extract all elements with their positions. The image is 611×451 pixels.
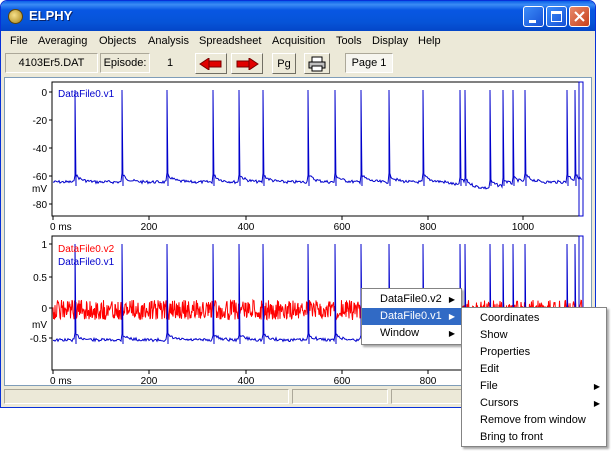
menu-acquisition[interactable]: Acquisition [272, 35, 325, 47]
page-button[interactable]: Pg [272, 53, 296, 74]
submenu-arrow-icon: ▶ [593, 399, 600, 408]
next-episode-button[interactable] [231, 53, 263, 74]
bottom-x-tick: 400 [238, 376, 255, 385]
close-icon [574, 11, 585, 22]
menu-file[interactable]: File [10, 35, 28, 47]
submenu-arrow-icon: ▶ [448, 312, 455, 321]
bottom-y-tick: -0.5 [30, 334, 48, 345]
previous-episode-button[interactable] [195, 53, 227, 74]
filename-display: 4103Er5.DAT [5, 53, 98, 73]
context-menu-item-label: DataFile0.v1 [380, 310, 442, 322]
minimize-button[interactable] [523, 6, 544, 27]
submenu-item-coordinates[interactable]: Coordinates [462, 310, 606, 327]
bottom-x-tick: 0 ms [50, 376, 72, 385]
printer-icon [308, 56, 326, 71]
arrow-right-icon [236, 57, 259, 70]
top-y-tick: -40 [33, 144, 48, 155]
submenu-item-properties[interactable]: Properties [462, 344, 606, 361]
bottom-y-tick: 1 [41, 240, 47, 251]
app-icon [8, 9, 23, 24]
submenu-item-label: Coordinates [480, 312, 540, 324]
title-bar: ELPHY [1, 1, 595, 31]
toolbar: 4103Er5.DAT Episode: 1 Pg Page 1 [1, 51, 595, 77]
menu-help[interactable]: Help [418, 35, 441, 47]
menu-analysis[interactable]: Analysis [148, 35, 189, 47]
bottom-trace-label-v2: DataFile0.v2 [58, 244, 115, 255]
menu-averaging[interactable]: Averaging [38, 35, 87, 47]
context-menu-item-label: DataFile0.v2 [380, 293, 442, 305]
arrow-left-icon [199, 57, 222, 70]
submenu-item-label: Bring to front [480, 431, 543, 443]
top-x-tick: 0 ms [50, 222, 72, 233]
submenu-item-label: Show [480, 329, 508, 341]
submenu-item-show[interactable]: Show [462, 327, 606, 344]
top-y-tick: -80 [33, 200, 48, 211]
submenu-arrow-icon: ▶ [593, 382, 600, 391]
menu-tools[interactable]: Tools [336, 35, 362, 47]
submenu-item-label: Properties [480, 346, 531, 358]
bottom-x-tick: 200 [141, 376, 158, 385]
submenu-item-label: Edit [480, 363, 499, 375]
top-x-tick: 1000 [512, 222, 535, 233]
submenu-arrow-icon: ▶ [448, 329, 455, 338]
submenu-item-label: Cursors [480, 397, 519, 409]
window-title: ELPHY [29, 8, 73, 23]
episode-label: Episode: [100, 53, 150, 73]
top-trace-label: DataFile0.v1 [58, 89, 115, 100]
top-plot: 0 -20 -40 -60 -80 mV 0 ms 200 400 600 80… [32, 81, 584, 233]
context-menu-item-v1[interactable]: DataFile0.v1 ▶ [362, 308, 461, 325]
status-panel-2 [292, 389, 388, 404]
submenu-item-edit[interactable]: Edit [462, 361, 606, 378]
context-menu: DataFile0.v2 ▶ DataFile0.v1 ▶ Window ▶ [361, 288, 462, 345]
submenu-item-file[interactable]: File ▶ [462, 378, 606, 395]
top-y-tick: -60 [33, 172, 48, 183]
submenu-item-label: File [480, 380, 498, 392]
page-selector[interactable]: Page 1 [345, 53, 393, 73]
top-x-tick: 200 [141, 222, 158, 233]
top-y-tick: -20 [33, 116, 48, 127]
context-menu-item-label: Window [380, 327, 420, 339]
top-y-unit: mV [32, 184, 47, 195]
menu-spreadsheet[interactable]: Spreadsheet [199, 35, 261, 47]
menu-objects[interactable]: Objects [99, 35, 136, 47]
submenu-item-label: Remove from window [480, 414, 586, 426]
top-x-tick: 600 [334, 222, 351, 233]
menu-bar: File Averaging Objects Analysis Spreadsh… [1, 31, 595, 51]
bottom-trace-label-v1: DataFile0.v1 [58, 257, 115, 268]
top-y-tick: 0 [41, 88, 47, 99]
menu-display[interactable]: Display [372, 35, 408, 47]
submenu-item-remove-from-window[interactable]: Remove from window [462, 412, 606, 429]
context-menu-item-window[interactable]: Window ▶ [362, 325, 461, 342]
top-x-tick: 400 [238, 222, 255, 233]
bottom-y-tick: 0.5 [33, 273, 47, 284]
episode-value[interactable]: 1 [152, 53, 188, 73]
submenu-item-bring-to-front[interactable]: Bring to front [462, 429, 606, 446]
status-panel-1 [4, 389, 289, 404]
context-menu-item-v2[interactable]: DataFile0.v2 ▶ [362, 291, 461, 308]
minimize-icon [529, 20, 536, 23]
submenu: Coordinates Show Properties Edit File ▶ … [461, 307, 607, 447]
bottom-x-tick: 800 [420, 376, 437, 385]
submenu-arrow-icon: ▶ [448, 295, 455, 304]
bottom-y-unit: mV [32, 320, 47, 331]
print-button[interactable] [304, 53, 330, 74]
bottom-x-tick: 600 [334, 376, 351, 385]
maximize-icon [551, 11, 562, 22]
top-x-tick: 800 [420, 222, 437, 233]
bottom-y-tick: 0 [41, 304, 47, 315]
submenu-item-cursors[interactable]: Cursors ▶ [462, 395, 606, 412]
close-button[interactable] [569, 6, 590, 27]
maximize-button[interactable] [546, 6, 567, 27]
